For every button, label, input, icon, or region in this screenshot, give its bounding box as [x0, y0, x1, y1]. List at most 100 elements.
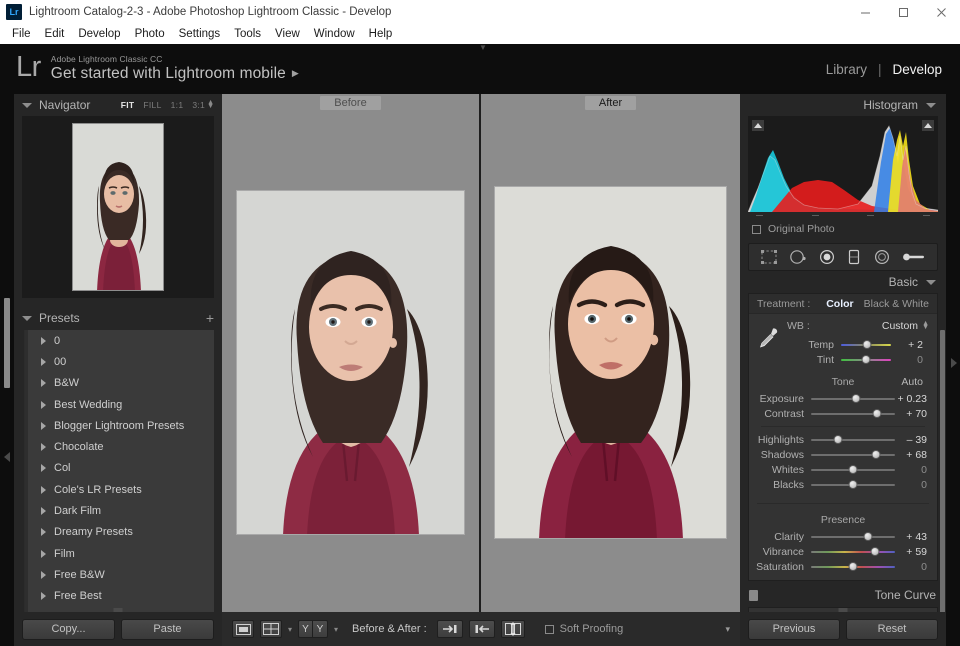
tone-curve-switch-icon[interactable]: [749, 590, 758, 601]
slider-saturation[interactable]: Saturation0: [753, 559, 933, 574]
right-collapse-icon[interactable]: [951, 358, 957, 368]
slider-knob[interactable]: [849, 465, 858, 474]
presets-scrollbar[interactable]: [25, 330, 28, 622]
slider-value[interactable]: 0: [891, 354, 929, 366]
highlight-clipping-indicator[interactable]: [922, 120, 934, 131]
left-collapse-icon[interactable]: [4, 452, 10, 462]
panel-grip[interactable]: [114, 608, 123, 612]
slider-tint[interactable]: Tint0: [783, 352, 929, 367]
module-library[interactable]: Library: [824, 62, 869, 77]
presets-header[interactable]: Presets +: [14, 306, 222, 330]
preset-group-item[interactable]: Film: [25, 543, 214, 564]
slider-vibrance[interactable]: Vibrance+ 59: [753, 544, 933, 559]
close-icon[interactable]: [922, 0, 960, 24]
slider-track[interactable]: [811, 546, 895, 557]
graduated-filter-icon[interactable]: [846, 249, 862, 265]
slider-value[interactable]: – 39: [895, 434, 933, 446]
slider-clarity[interactable]: Clarity+ 43: [753, 529, 933, 544]
copy-before-to-after-button[interactable]: [469, 620, 495, 638]
slider-value[interactable]: 0: [895, 561, 933, 573]
preset-expand-icon[interactable]: [41, 337, 46, 345]
preset-group-item[interactable]: Free B&W: [25, 564, 214, 585]
slider-track[interactable]: [811, 464, 895, 475]
radial-filter-icon[interactable]: [873, 249, 891, 265]
navigator-zoom-fill[interactable]: FILL: [143, 100, 161, 110]
spot-removal-icon[interactable]: [789, 249, 807, 265]
preset-group-item[interactable]: 00: [25, 351, 214, 372]
preset-expand-icon[interactable]: [41, 571, 46, 579]
crop-overlay-icon[interactable]: [760, 249, 778, 265]
toolbar-options-caret-icon[interactable]: ▾: [725, 624, 730, 635]
wb-stepper-icon[interactable]: ▲▼: [922, 322, 929, 330]
yy-left-cell[interactable]: Y: [298, 620, 313, 638]
histogram-header[interactable]: Histogram: [740, 94, 946, 116]
slider-track[interactable]: [811, 408, 895, 419]
preset-expand-icon[interactable]: [41, 528, 46, 536]
previous-button[interactable]: Previous: [748, 619, 840, 640]
menu-item-help[interactable]: Help: [362, 24, 400, 44]
navigator-zoom-fit[interactable]: FIT: [121, 100, 135, 110]
slider-track[interactable]: [811, 449, 895, 460]
menu-item-view[interactable]: View: [268, 24, 307, 44]
tone-curve-header[interactable]: Tone Curve: [740, 583, 946, 607]
panel-grip[interactable]: [839, 608, 848, 612]
treatment-bw-option[interactable]: Black & White: [864, 298, 929, 310]
copy-after-to-before-button[interactable]: [437, 620, 463, 638]
menu-item-photo[interactable]: Photo: [128, 24, 172, 44]
left-panel-scrollbar[interactable]: [4, 298, 10, 388]
preset-expand-icon[interactable]: [41, 401, 46, 409]
slider-knob[interactable]: [870, 547, 879, 556]
slider-knob[interactable]: [833, 435, 842, 444]
slider-value[interactable]: + 59: [895, 546, 933, 558]
menu-item-edit[interactable]: Edit: [38, 24, 72, 44]
preset-group-item[interactable]: Blogger Lightroom Presets: [25, 415, 214, 436]
before-after-layout-caret-icon[interactable]: ▾: [334, 625, 338, 634]
soft-proofing-label[interactable]: Soft Proofing: [560, 623, 624, 635]
preset-group-item[interactable]: Chocolate: [25, 436, 214, 457]
disclosure-triangle-icon[interactable]: [22, 103, 32, 108]
preset-expand-icon[interactable]: [41, 422, 46, 430]
add-preset-icon[interactable]: +: [206, 312, 214, 324]
basic-header[interactable]: Basic: [740, 271, 946, 293]
paste-button[interactable]: Paste: [121, 619, 214, 640]
menu-item-develop[interactable]: Develop: [71, 24, 127, 44]
slider-knob[interactable]: [849, 480, 858, 489]
auto-tone-button[interactable]: Auto: [901, 376, 923, 388]
compare-view-caret-icon[interactable]: ▾: [288, 625, 292, 634]
slider-value[interactable]: 0: [895, 464, 933, 476]
slider-knob[interactable]: [863, 340, 872, 349]
after-photo[interactable]: [494, 186, 727, 539]
module-develop[interactable]: Develop: [890, 62, 944, 77]
slider-value[interactable]: + 2: [891, 339, 929, 351]
slider-track[interactable]: [841, 354, 891, 365]
slider-knob[interactable]: [851, 394, 860, 403]
preset-expand-icon[interactable]: [41, 379, 46, 387]
slider-track[interactable]: [811, 479, 895, 490]
loupe-view-icon[interactable]: [232, 620, 254, 638]
zoom-stepper-icon[interactable]: ▲▼: [207, 101, 214, 109]
slider-exposure[interactable]: Exposure+ 0.23: [753, 391, 933, 406]
minimize-icon[interactable]: [846, 0, 884, 24]
preset-expand-icon[interactable]: [41, 358, 46, 366]
right-panel-edge[interactable]: [946, 94, 960, 646]
slider-knob[interactable]: [871, 450, 880, 459]
slider-whites[interactable]: Whites0: [753, 462, 933, 477]
yy-right-cell[interactable]: Y: [313, 620, 328, 638]
slider-shadows[interactable]: Shadows+ 68: [753, 447, 933, 462]
preset-group-item[interactable]: B&W: [25, 373, 214, 394]
slider-temp[interactable]: Temp+ 2: [783, 337, 929, 352]
preset-expand-icon[interactable]: [41, 464, 46, 472]
navigator-zoom-3-1[interactable]: 3:1: [192, 100, 205, 110]
slider-track[interactable]: [841, 339, 891, 350]
before-after-layout-toggle[interactable]: Y Y: [298, 620, 328, 638]
slider-value[interactable]: + 68: [895, 449, 933, 461]
slider-value[interactable]: 0: [895, 479, 933, 491]
slider-blacks[interactable]: Blacks0: [753, 477, 933, 492]
reset-button[interactable]: Reset: [846, 619, 938, 640]
before-photo[interactable]: [236, 190, 465, 535]
after-pane[interactable]: [481, 112, 740, 612]
preset-expand-icon[interactable]: [41, 550, 46, 558]
slider-knob[interactable]: [864, 532, 873, 541]
disclosure-triangle-icon[interactable]: [22, 316, 32, 321]
presets-list[interactable]: 000B&WBest WeddingBlogger Lightroom Pres…: [24, 330, 214, 622]
